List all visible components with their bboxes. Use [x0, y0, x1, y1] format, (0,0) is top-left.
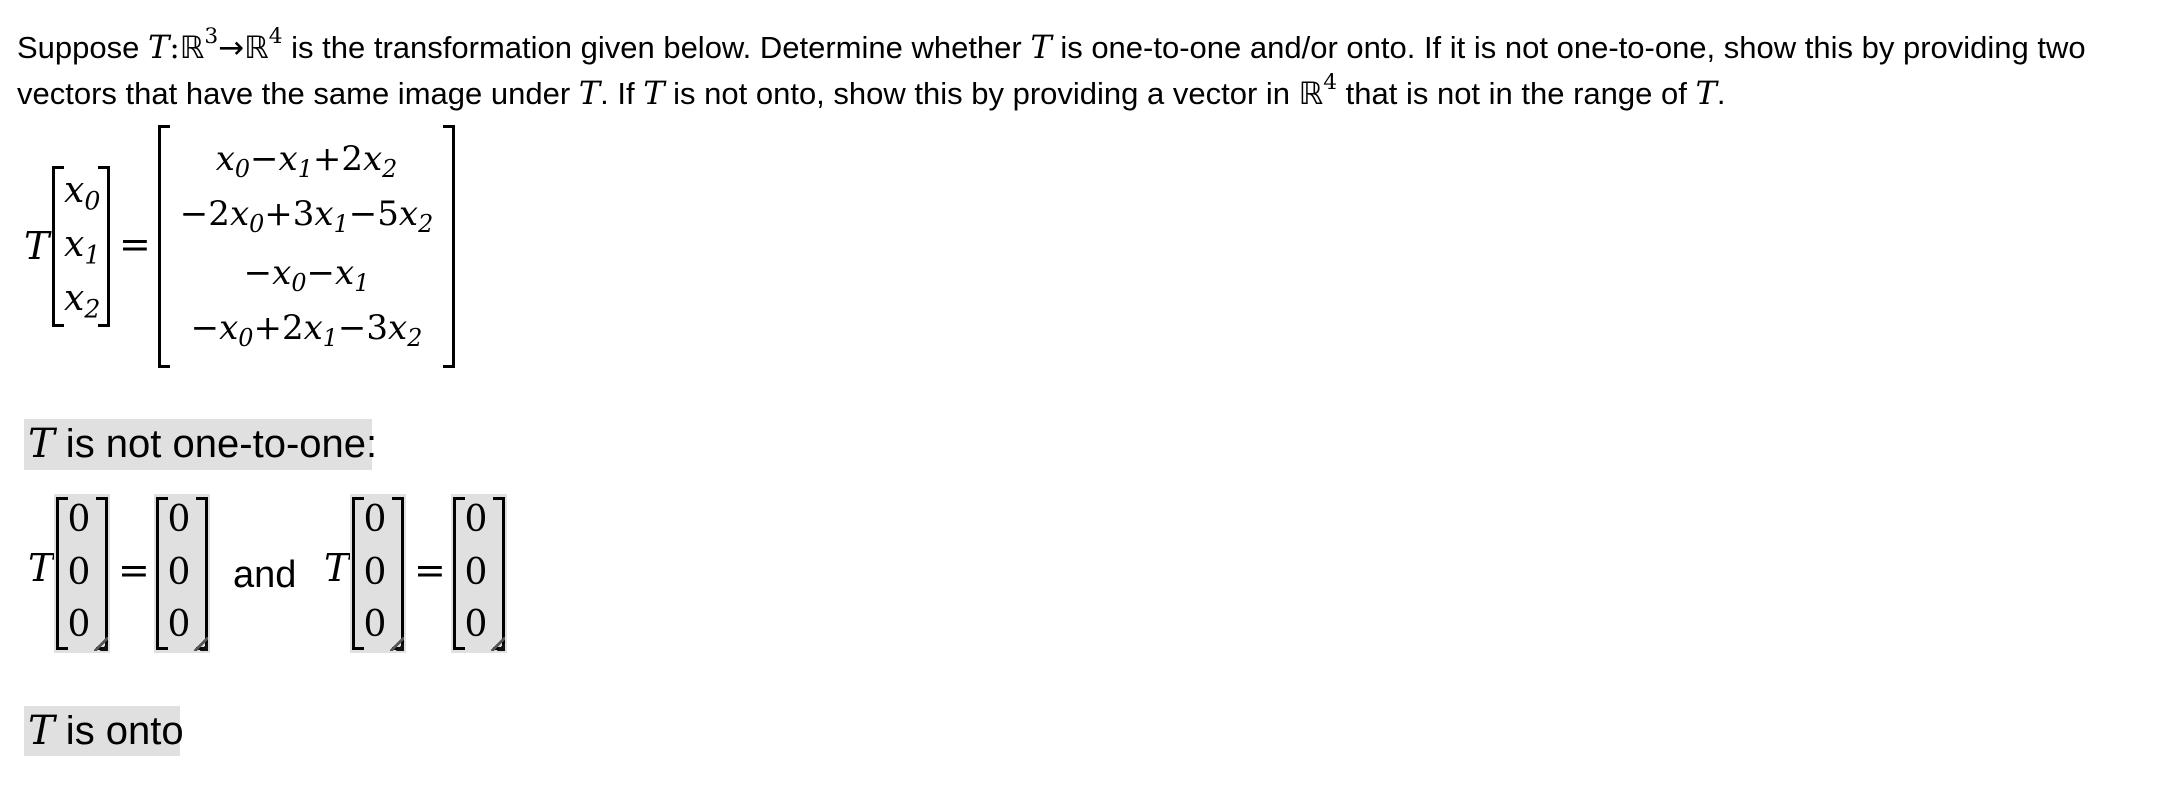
counterexample-row: T 0 0 0 = 0 0 0 and T 0 0 0 = 0 0 0 — [0, 494, 700, 654]
matrix-entry[interactable]: 0 — [350, 502, 400, 538]
math-colon: : — [169, 30, 180, 66]
exponent: 3 — [204, 24, 219, 50]
matrix-entry[interactable]: 0 — [451, 502, 501, 538]
operator-T: T — [324, 546, 350, 590]
input-entry: x2 — [64, 278, 101, 324]
vector1-input-matrix[interactable]: 0 0 0 — [54, 494, 110, 653]
prompt-line-1: Suppose T:ℝ3→ℝ4 is the transformation gi… — [17, 24, 2177, 70]
onto-answer-label[interactable]: T is onto — [24, 706, 184, 756]
vector2-input-matrix[interactable]: 0 0 0 — [350, 494, 406, 653]
reals-symbol: ℝ — [244, 30, 269, 66]
matrix-entry[interactable]: 0 — [154, 502, 204, 538]
matrix-entry[interactable]: 0 — [54, 555, 104, 591]
question-prompt: Suppose T:ℝ3→ℝ4 is the transformation gi… — [17, 24, 2177, 116]
input-entry: x1 — [64, 224, 101, 270]
reals-symbol: ℝ — [179, 30, 205, 66]
operator-T: T — [24, 224, 50, 268]
left-bracket — [52, 166, 64, 327]
resize-handle-icon[interactable] — [491, 637, 505, 651]
prompt-text: is the transformation given below. Deter… — [282, 30, 1031, 65]
prompt-text: . If — [600, 76, 644, 111]
exponent: 4 — [268, 24, 283, 50]
math-T: T — [28, 421, 55, 467]
answer-label-text: is not one-to-one: — [54, 422, 378, 466]
vector2-output-matrix[interactable]: 0 0 0 — [451, 494, 507, 653]
resize-handle-icon[interactable] — [194, 637, 208, 651]
math-T: T — [148, 28, 170, 66]
input-entry: x0 — [64, 170, 101, 216]
vector1-output-matrix[interactable]: 0 0 0 — [154, 494, 210, 653]
input-vector: x0 x1 x2 — [52, 166, 110, 327]
prompt-text: is not onto, show this by providing a ve… — [664, 76, 1299, 111]
prompt-text: that is not in the range of — [1337, 76, 1696, 111]
matrix-entry[interactable]: 0 — [451, 555, 501, 591]
one-to-one-answer-label[interactable]: T is not one-to-one: — [24, 419, 377, 470]
math-T: T — [28, 708, 55, 754]
equals-sign: = — [119, 222, 151, 266]
resize-handle-icon[interactable] — [390, 637, 404, 651]
matrix-entry[interactable]: 0 — [154, 555, 204, 591]
reals-symbol: ℝ — [1298, 76, 1324, 112]
prompt-text: . — [1716, 76, 1726, 111]
equals-sign: = — [414, 548, 446, 592]
math-T: T — [578, 74, 601, 112]
operator-T: T — [28, 546, 54, 590]
math-T: T — [1695, 74, 1717, 112]
output-row: −x0+2x1−3x2 — [190, 308, 423, 353]
prompt-line-2: vectors that have the same image under T… — [17, 70, 2177, 116]
prompt-text: Suppose — [17, 30, 148, 65]
resize-handle-icon[interactable] — [94, 637, 108, 651]
prompt-text: vectors that have the same image under — [17, 76, 579, 111]
matrix-entry[interactable]: 0 — [350, 555, 400, 591]
and-connector: and — [233, 554, 297, 596]
prompt-text: is one-to-one and/or onto. If it is not … — [1051, 30, 2086, 65]
output-row: −x0−x1 — [243, 253, 370, 298]
output-vector: x0−x1+2x2 −2x0+3x1−5x2 −x0−x1 −x0+2x1−3x… — [158, 125, 455, 368]
matrix-entry[interactable]: 0 — [54, 502, 104, 538]
output-row: −2x0+3x1−5x2 — [179, 194, 434, 239]
answer-label-text: is onto — [54, 709, 184, 753]
math-T: T — [643, 74, 665, 112]
output-row: x0−x1+2x2 — [215, 139, 398, 184]
arrow-icon: → — [218, 30, 245, 66]
exponent: 4 — [1323, 70, 1338, 96]
math-T: T — [1030, 28, 1052, 66]
equals-sign: = — [118, 548, 150, 592]
